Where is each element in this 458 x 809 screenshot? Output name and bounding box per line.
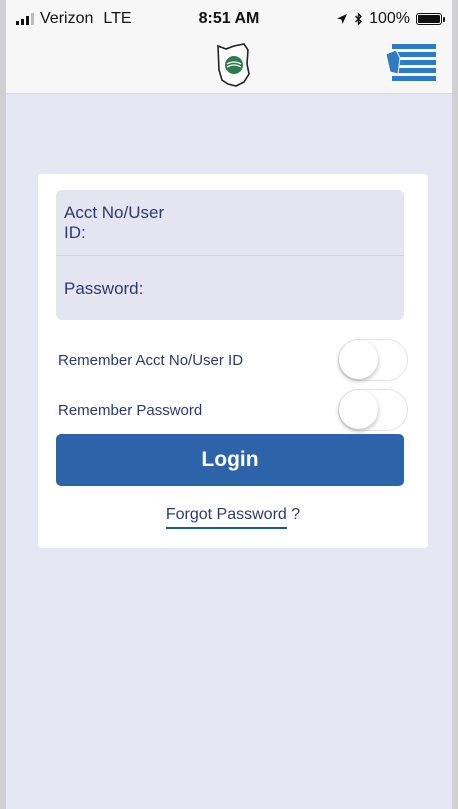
toggle-knob	[339, 340, 378, 379]
remember-account-label: Remember Acct No/User ID	[58, 351, 244, 369]
password-input[interactable]	[143, 278, 404, 299]
toggle-knob	[339, 390, 378, 429]
phone-screen: Verizon LTE 8:51 AM 100% Acct No/User ID…	[6, 0, 452, 809]
nav-bar	[6, 36, 452, 94]
login-button[interactable]: Login	[56, 434, 404, 486]
remember-account-row: Remember Acct No/User ID	[58, 337, 408, 383]
ohio-state-logo-icon	[217, 43, 250, 87]
account-input[interactable]	[183, 212, 404, 233]
password-field-row: Password:	[56, 256, 404, 321]
status-bar: Verizon LTE 8:51 AM 100%	[6, 0, 452, 36]
remember-password-toggle[interactable]	[338, 389, 408, 431]
hamburger-menu-icon[interactable]	[386, 44, 438, 84]
login-card: Acct No/User ID: Password: Remember Acct…	[38, 174, 428, 548]
bluetooth-icon	[355, 12, 363, 26]
forgot-password-link[interactable]: Forgot Password	[165, 506, 287, 529]
remember-account-toggle[interactable]	[338, 339, 408, 381]
account-label: Acct No/User ID:	[64, 202, 165, 242]
location-arrow-icon	[337, 14, 348, 24]
remember-password-label: Remember Password	[58, 401, 203, 419]
forgot-password-suffix: ?	[286, 506, 301, 523]
remember-password-row: Remember Password	[58, 387, 408, 433]
battery-icon	[416, 13, 445, 25]
credential-fields: Acct No/User ID: Password:	[56, 190, 404, 320]
password-label: Password:	[64, 278, 144, 298]
battery-percent: 100%	[369, 10, 410, 27]
status-right: 100%	[336, 10, 445, 28]
forgot-password: Forgot Password ?	[38, 506, 428, 529]
account-field-row: Acct No/User ID:	[56, 190, 404, 255]
